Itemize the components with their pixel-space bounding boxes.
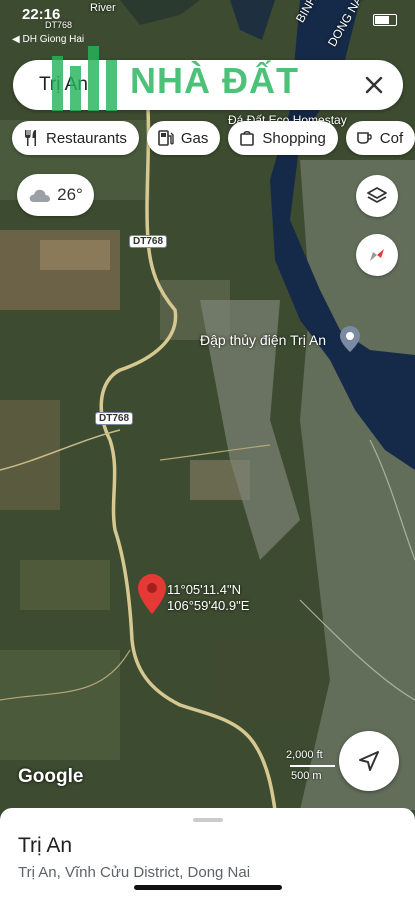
poi-marker-icon[interactable] xyxy=(340,326,360,352)
coffee-icon xyxy=(356,132,372,144)
home-indicator[interactable] xyxy=(134,885,282,890)
chip-gas[interactable]: Gas xyxy=(146,121,221,155)
search-bar[interactable]: Trị An xyxy=(13,60,403,110)
chip-shopping[interactable]: Shopping xyxy=(228,121,338,155)
poi-label-dam[interactable]: Đập thủy điện Trị An xyxy=(200,332,326,348)
chip-restaurants[interactable]: Restaurants xyxy=(12,121,139,155)
sheet-drag-handle[interactable] xyxy=(193,818,223,822)
layers-button[interactable] xyxy=(356,175,398,217)
scale-top-label: 2,000 ft xyxy=(286,749,323,761)
place-subtitle: Trị An, Vĩnh Cửu District, Dong Nai xyxy=(18,864,251,881)
category-chips: Restaurants Gas Shopping Cof xyxy=(12,121,415,155)
temperature: 26° xyxy=(57,185,83,204)
directions-button[interactable] xyxy=(339,731,399,791)
location-pin-icon[interactable] xyxy=(138,574,166,614)
gas-pump-icon xyxy=(158,130,174,146)
coordinates-label: 11°05'11.4"N 106°59'40.9"E xyxy=(167,582,249,614)
road-shield: DT768 xyxy=(95,412,134,425)
chip-label: Cof xyxy=(379,129,404,147)
scale-bottom-label: 500 m xyxy=(291,770,322,782)
google-logo: Google xyxy=(18,766,84,787)
close-icon[interactable] xyxy=(361,72,387,98)
latitude-text: 11°05'11.4"N xyxy=(167,582,241,597)
compass-icon xyxy=(370,249,384,261)
scale-bar xyxy=(290,765,335,767)
chip-label: Gas xyxy=(180,129,209,147)
chip-coffee[interactable]: Cof xyxy=(345,121,415,155)
chip-label: Restaurants xyxy=(46,129,127,147)
status-time: 22:16 xyxy=(22,6,61,23)
cloud-icon xyxy=(29,189,51,202)
search-input[interactable]: Trị An xyxy=(39,74,88,96)
shopping-bag-icon xyxy=(240,130,255,146)
fork-knife-icon xyxy=(25,130,36,146)
battery-icon xyxy=(373,14,397,26)
road-shield: DT768 xyxy=(129,235,168,248)
navigation-arrow-icon xyxy=(359,751,379,771)
chip-label: Shopping xyxy=(262,129,326,147)
map-label: River xyxy=(90,2,116,14)
place-title: Trị An xyxy=(18,834,73,857)
longitude-text: 106°59'40.9"E xyxy=(167,598,250,613)
compass-button[interactable] xyxy=(356,234,398,276)
layers-icon xyxy=(367,187,387,203)
status-back-link[interactable]: ◀ DH Giong Hai xyxy=(12,34,84,45)
weather-widget[interactable]: 26° xyxy=(17,174,94,216)
